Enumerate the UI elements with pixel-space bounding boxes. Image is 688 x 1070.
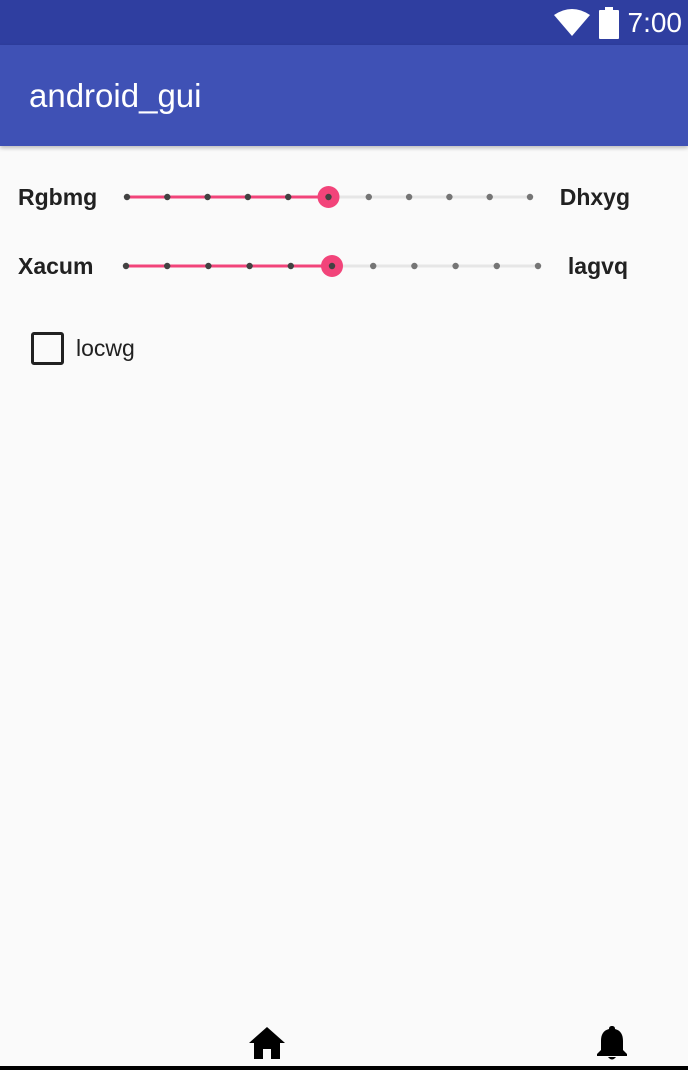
slider-tick — [164, 262, 171, 270]
slider-row-2: Xacum lagvq — [0, 238, 688, 294]
slider-tick — [526, 193, 534, 201]
slider-thumb-tick — [328, 262, 336, 270]
slider-tick — [122, 262, 130, 270]
status-time: 7:00 — [627, 7, 683, 38]
slider-tick — [123, 193, 131, 201]
slider-row-1: Rgbmg Dhxyg — [0, 169, 688, 225]
bell-icon[interactable] — [594, 1024, 630, 1062]
checkbox-row[interactable]: locwg — [0, 320, 688, 376]
home-icon[interactable] — [248, 1026, 286, 1060]
slider-2[interactable] — [110, 238, 555, 294]
slider-tick — [205, 262, 212, 270]
app-title: android_gui — [29, 77, 202, 114]
slider-1-right-label: Dhxyg — [559, 184, 630, 210]
slider-tick — [370, 262, 377, 270]
slider-tick — [204, 193, 211, 201]
checkbox[interactable] — [31, 332, 64, 365]
battery-icon — [598, 6, 619, 39]
slider-1[interactable] — [110, 169, 555, 225]
slider-tick — [446, 193, 453, 201]
app-bar: android_gui — [0, 45, 688, 146]
slider-tick — [452, 262, 459, 270]
slider-tick — [411, 262, 418, 270]
slider-tick — [534, 262, 542, 270]
bottom-nav — [0, 1020, 688, 1066]
slider-tick — [287, 262, 294, 270]
slider-tick — [244, 193, 252, 201]
slider-tick — [246, 262, 253, 270]
slider-tick — [405, 193, 413, 201]
wifi-icon — [553, 8, 590, 36]
checkbox-label[interactable]: locwg — [76, 320, 135, 376]
slider-thumb-tick — [325, 193, 332, 201]
status-bar: 7:00 — [0, 0, 688, 45]
slider-tick — [486, 193, 493, 201]
slider-1-left-label: Rgbmg — [18, 184, 98, 210]
slider-2-left-label: Xacum — [18, 253, 94, 279]
slider-tick — [493, 262, 500, 270]
bottom-edge — [0, 1066, 688, 1070]
slider-tick — [164, 193, 171, 201]
slider-2-right-label: lagvq — [567, 253, 628, 279]
slider-tick — [285, 193, 292, 201]
slider-tick — [365, 193, 372, 201]
status-icons: 7:00 — [553, 0, 683, 45]
